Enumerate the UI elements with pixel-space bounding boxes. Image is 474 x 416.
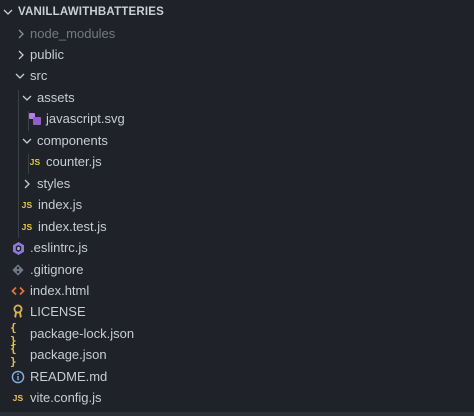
git-icon xyxy=(10,262,26,278)
tree-item-node-modules[interactable]: node_modules xyxy=(0,24,474,45)
tree-item-label: LICENSE xyxy=(30,304,86,319)
tree-item-label: index.js xyxy=(38,197,83,212)
chevron-right-icon xyxy=(18,29,24,39)
chevron-down-icon xyxy=(22,138,32,144)
tree-item-label: index.test.js xyxy=(38,219,107,234)
tree-item-eslintrc-js[interactable]: .eslintrc.js xyxy=(0,238,474,259)
eslint-icon xyxy=(10,240,26,256)
tree-item-label: vite.config.js xyxy=(30,390,102,405)
tree-item-label: assets xyxy=(37,90,75,105)
tree-item-package-json[interactable]: { } package.json xyxy=(0,342,474,368)
js-file-icon: JS xyxy=(21,222,33,232)
license-icon xyxy=(10,304,26,320)
html-icon xyxy=(10,283,26,299)
tree-item-styles[interactable]: styles xyxy=(0,174,474,195)
tree-item-label: package.json xyxy=(30,347,107,362)
tree-item-label: index.html xyxy=(30,283,90,298)
json-icon: { } xyxy=(10,342,17,368)
tree-item-public[interactable]: public xyxy=(0,45,474,66)
tree-item-src[interactable]: src xyxy=(0,66,474,87)
tree-item-label: styles xyxy=(37,176,71,191)
svg-file-icon xyxy=(27,111,43,127)
js-file-icon: JS xyxy=(12,393,24,403)
js-file-icon: JS xyxy=(29,157,41,167)
chevron-down-icon xyxy=(22,95,32,101)
tree-item-label: components xyxy=(37,133,108,148)
tree-item-label: README.md xyxy=(30,369,108,384)
tree-item-label: node_modules xyxy=(30,26,116,41)
tree-item-label: .eslintrc.js xyxy=(30,240,88,255)
chevron-down-icon xyxy=(3,9,13,15)
info-icon xyxy=(10,369,26,385)
tree-item-label: javascript.svg xyxy=(46,111,125,126)
js-file-icon: JS xyxy=(21,200,33,210)
file-explorer: VANILLAWITHBATTERIES node_modules public… xyxy=(0,0,474,416)
tree-item-vite-config-js[interactable]: JS vite.config.js xyxy=(0,388,474,409)
tree-item-package-lock-json[interactable]: { } package-lock.json xyxy=(0,321,474,347)
tree-item-counter-js[interactable]: JS counter.js xyxy=(0,152,474,173)
tree-item-label: .gitignore xyxy=(30,262,84,277)
tree-item-components[interactable]: components xyxy=(0,131,474,152)
tree-item-label: src xyxy=(30,68,48,83)
chevron-right-icon xyxy=(18,50,24,60)
tree-item-gitignore[interactable]: .gitignore xyxy=(0,260,474,281)
json-icon: { } xyxy=(10,321,17,347)
tree-item-label: package-lock.json xyxy=(30,326,135,341)
panel-bottom-border xyxy=(0,412,474,416)
tree-item-index-test-js[interactable]: JS index.test.js xyxy=(0,217,474,238)
tree-item-index-html[interactable]: index.html xyxy=(0,281,474,302)
tree-item-label: public xyxy=(30,47,64,62)
tree-item-license[interactable]: LICENSE xyxy=(0,302,474,323)
tree-item-label: counter.js xyxy=(46,154,102,169)
tree-item-javascript-svg[interactable]: javascript.svg xyxy=(0,109,474,130)
tree-item-assets[interactable]: assets xyxy=(0,88,474,109)
chevron-right-icon xyxy=(24,179,30,189)
explorer-root-folder[interactable]: VANILLAWITHBATTERIES xyxy=(0,2,474,24)
explorer-root-label: VANILLAWITHBATTERIES xyxy=(18,6,165,18)
chevron-down-icon xyxy=(15,73,25,79)
tree-item-readme-md[interactable]: README.md xyxy=(0,367,474,388)
tree-item-index-js[interactable]: JS index.js xyxy=(0,195,474,216)
